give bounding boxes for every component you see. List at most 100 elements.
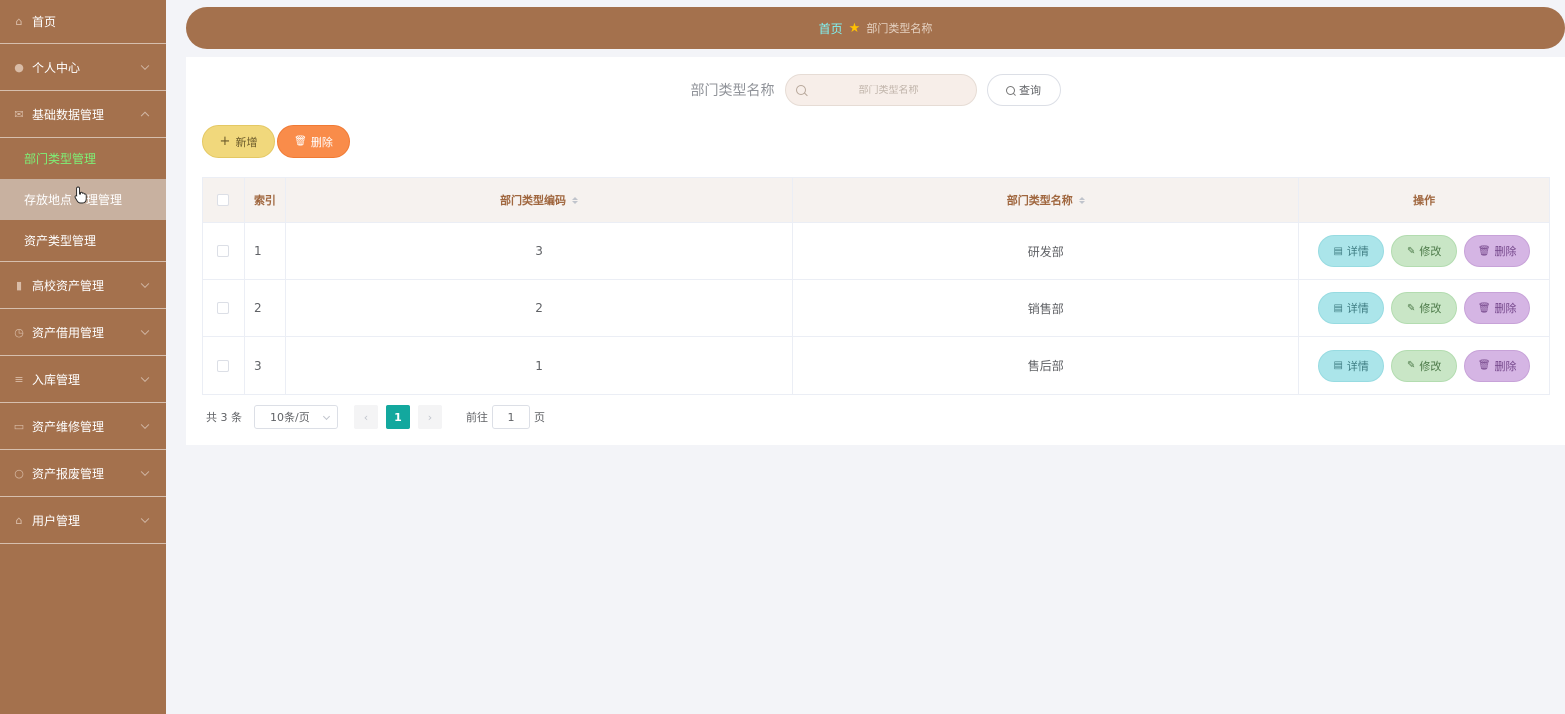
menu-home[interactable]: ⌂ 首页 [0, 0, 166, 44]
menu-asset-management[interactable]: ▮ 高校资产管理 [0, 262, 166, 309]
trash-icon: 🗑 [1477, 245, 1491, 257]
menu-asset-borrow[interactable]: ◷ 资产借用管理 [0, 309, 166, 356]
row-checkbox[interactable] [217, 359, 230, 372]
delete-button[interactable]: 🗑 删除 [1464, 235, 1531, 267]
pagination: 共 3 条 10条/页 ‹ 1 › 前往 页 [206, 405, 545, 429]
plus-icon: + [219, 134, 231, 149]
detail-button[interactable]: ▤ 详情 [1318, 235, 1385, 267]
edit-button[interactable]: ✎ 修改 [1391, 292, 1458, 324]
menu-label: 首页 [32, 15, 57, 29]
pencil-icon: ✎ [1406, 245, 1416, 257]
clock-icon: ◷ [14, 325, 24, 339]
menu-asset-repair[interactable]: ▭ 资产维修管理 [0, 403, 166, 450]
pencil-icon: ✎ [1406, 302, 1416, 314]
row-checkbox[interactable] [217, 245, 230, 257]
menu-basic-data[interactable]: ✉ 基础数据管理 [0, 91, 166, 138]
trash-icon: 🗑 [1477, 360, 1491, 371]
goto-label: 前往 [466, 411, 488, 424]
add-button-label: 新增 [235, 135, 258, 149]
sort-icon[interactable] [572, 196, 578, 204]
detail-button[interactable]: ▤ 详情 [1318, 349, 1385, 382]
delete-button-label: 删除 [310, 135, 333, 149]
menu-personal-center[interactable]: ● 个人中心 [0, 44, 166, 91]
menu-label: 资产维修管理 [32, 419, 105, 434]
search-icon [1006, 85, 1015, 95]
next-page-button[interactable]: › [418, 405, 442, 429]
header-code[interactable]: 部门类型编码 [286, 178, 794, 222]
delete-button[interactable]: 🗑 删除 [1464, 292, 1531, 324]
search-input[interactable] [813, 84, 964, 96]
chevron-up-icon [140, 111, 150, 121]
delete-label: 删除 [1494, 245, 1517, 258]
table-row: 2 2 销售部 ▤ 详情 ✎ 修改 🗑 删除 [203, 280, 1549, 337]
header-index: 索引 [245, 178, 286, 222]
page-number-current[interactable]: 1 [386, 405, 410, 429]
chevron-down-icon [140, 61, 150, 71]
row-checkbox-cell [203, 280, 245, 336]
chevron-down-icon [140, 326, 150, 336]
document-icon: ▤ [1333, 360, 1343, 371]
row-ops: ▤ 详情 ✎ 修改 🗑 删除 [1299, 337, 1549, 394]
row-name: 销售部 [793, 280, 1300, 336]
row-code: 3 [286, 223, 794, 279]
chevron-down-icon [140, 420, 150, 430]
table-row: 1 3 研发部 ▤ 详情 ✎ 修改 🗑 删除 [203, 223, 1549, 280]
goto-page-input[interactable] [492, 405, 530, 429]
row-checkbox[interactable] [217, 302, 230, 314]
sort-icon[interactable] [1078, 196, 1085, 204]
action-row: + 新增 🗑 删除 [202, 125, 350, 158]
trash-icon: 🗑 [294, 136, 307, 147]
row-name: 售后部 [793, 337, 1300, 394]
submenu-label-tail: 理管理 [86, 193, 123, 207]
row-code: 1 [286, 337, 794, 394]
header-name[interactable]: 部门类型名称 [793, 178, 1300, 222]
submenu-label: 资产类型管理 [24, 234, 97, 248]
menu-stock-in[interactable]: ≡ 入库管理 [0, 356, 166, 403]
menu-asset-scrap[interactable]: ○ 资产报废管理 [0, 450, 166, 497]
trash-icon: 🗑 [1477, 302, 1491, 314]
row-checkbox-cell [203, 337, 245, 394]
page-size-select[interactable]: 10条/页 [254, 405, 338, 429]
row-code: 2 [286, 280, 794, 336]
menu-label: 用户管理 [32, 513, 81, 528]
menu-user-management[interactable]: ⌂ 用户管理 [0, 497, 166, 544]
select-all-checkbox[interactable] [217, 194, 230, 206]
header-code-label: 部门类型编码 [500, 194, 566, 207]
search-row: 部门类型名称 查询 [186, 73, 1565, 107]
query-button[interactable]: 查询 [986, 74, 1061, 106]
detail-label: 详情 [1346, 302, 1369, 315]
detail-label: 详情 [1346, 245, 1369, 258]
detail-button[interactable]: ▤ 详情 [1318, 292, 1385, 324]
edit-button[interactable]: ✎ 修改 [1391, 235, 1458, 267]
document-icon: ▤ [1333, 302, 1343, 314]
prev-page-button[interactable]: ‹ [354, 405, 378, 429]
edit-label: 修改 [1419, 302, 1442, 315]
row-index: 3 [245, 337, 286, 394]
submenu-dept-type[interactable]: 部门类型管理 [0, 138, 166, 179]
delete-label: 删除 [1494, 359, 1517, 373]
breadcrumb-home[interactable]: 首页 [819, 20, 843, 37]
chevron-down-icon [140, 514, 150, 524]
delete-button[interactable]: 🗑 删除 [1464, 349, 1531, 382]
menu-label: 高校资产管理 [32, 278, 105, 293]
submenu-label: 部门类型管理 [24, 152, 97, 166]
breadcrumb-current: 部门类型名称 [866, 22, 933, 35]
submenu-asset-type[interactable]: 资产类型管理 [0, 220, 166, 261]
query-button-label: 查询 [1019, 84, 1041, 97]
pager-goto: 前往 页 [466, 405, 545, 429]
page-unit-label: 页 [534, 411, 545, 424]
row-ops: ▤ 详情 ✎ 修改 🗑 删除 [1299, 223, 1549, 279]
menu-label: 个人中心 [32, 60, 81, 75]
add-button[interactable]: + 新增 [202, 125, 275, 158]
batch-delete-button[interactable]: 🗑 删除 [277, 125, 350, 158]
main-panel: 部门类型名称 查询 + 新增 🗑 删除 索引 部门类型编码 [186, 57, 1565, 445]
edit-button[interactable]: ✎ 修改 [1391, 349, 1458, 382]
document-icon: ▤ [1333, 245, 1343, 257]
row-index: 1 [245, 223, 286, 279]
row-name: 研发部 [793, 223, 1300, 279]
mail-icon: ✉ [14, 107, 24, 121]
header-checkbox-cell [203, 178, 245, 222]
search-field[interactable] [784, 74, 977, 106]
submenu-label: 存放地点 [24, 193, 73, 207]
detail-label: 详情 [1346, 359, 1369, 373]
